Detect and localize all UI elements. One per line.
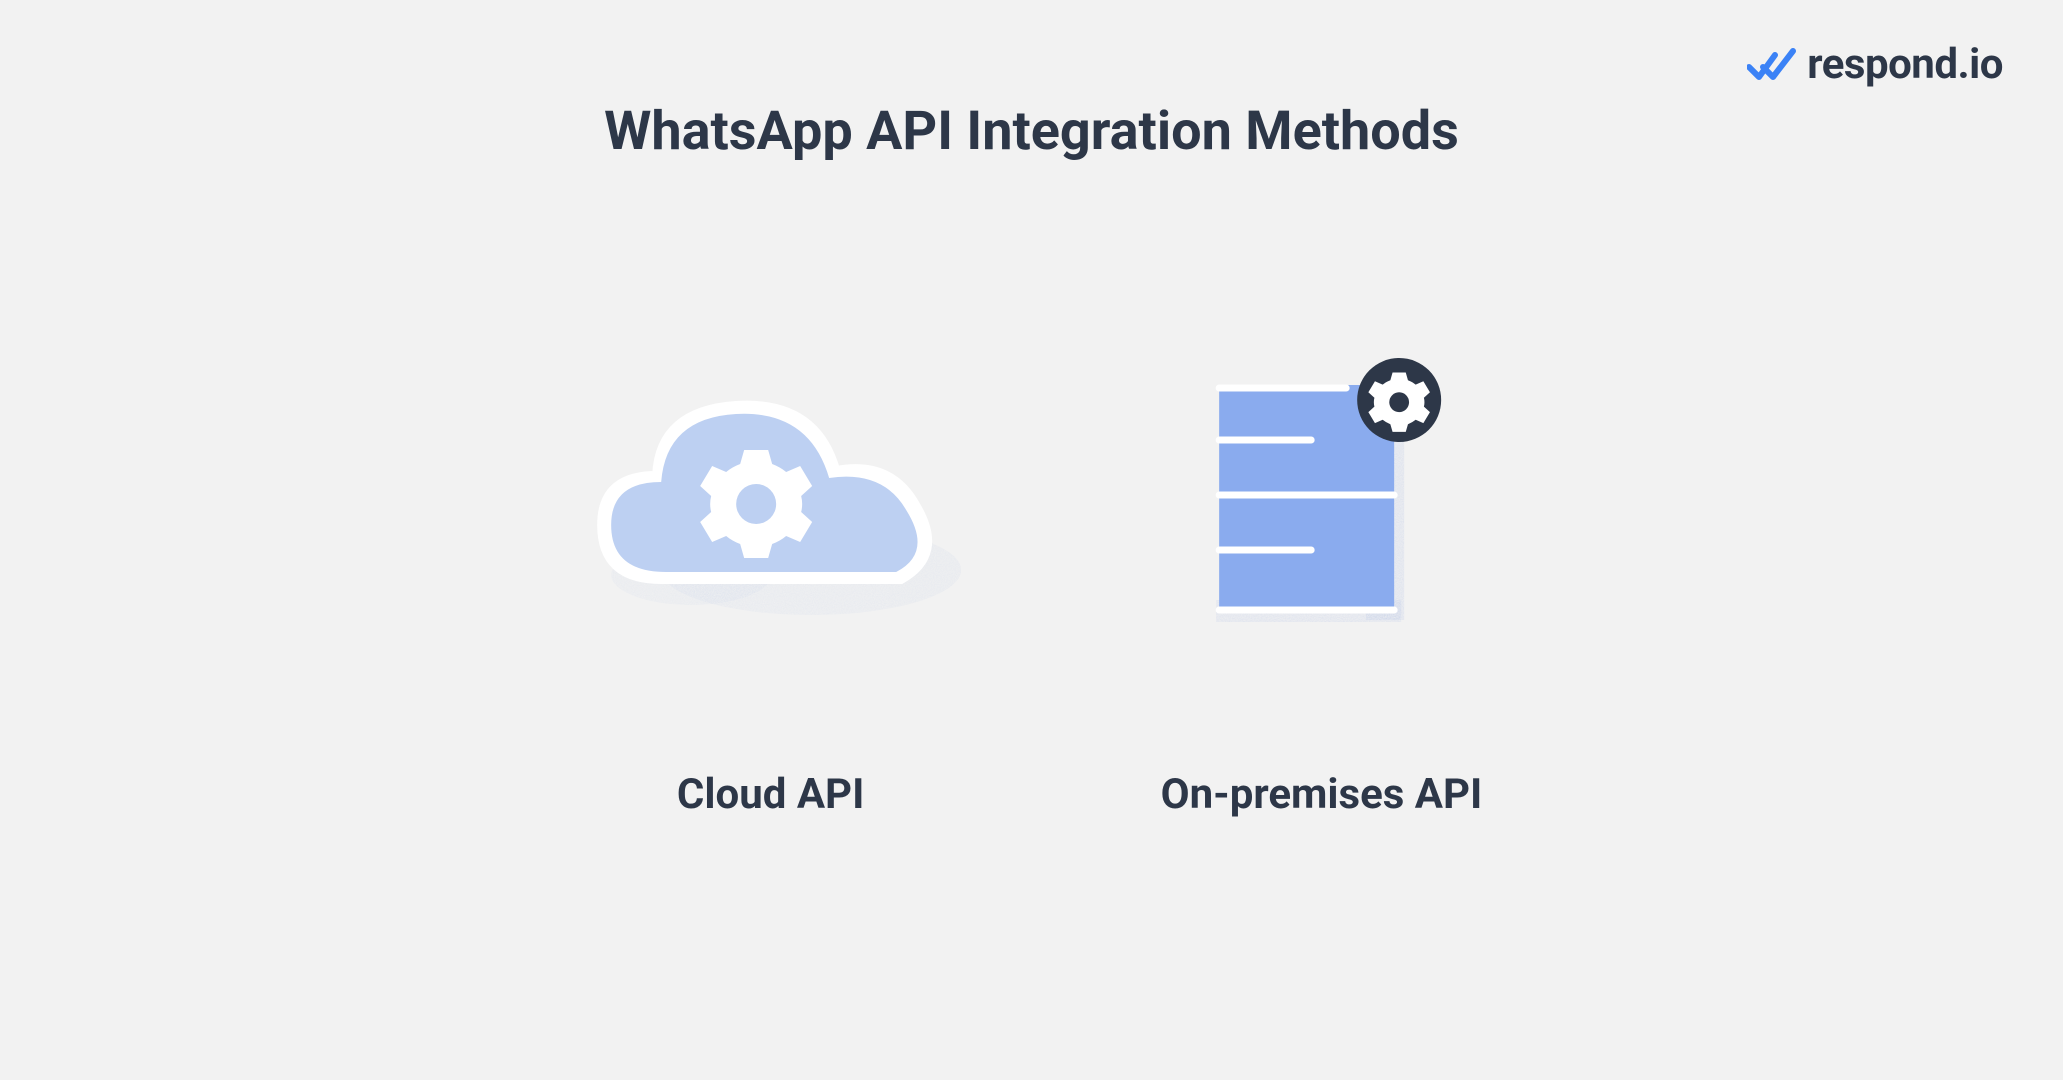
cloud-api-icon <box>581 340 961 640</box>
page-title: WhatsApp API Integration Methods <box>604 100 1459 163</box>
brand-logo: respond.io <box>1747 40 2003 89</box>
card-cloud-api: Cloud API <box>581 340 961 819</box>
onprem-api-icon <box>1182 340 1462 640</box>
card-onprem-api: On-premises API <box>1161 340 1483 819</box>
cards-container: Cloud API <box>581 340 1483 819</box>
logo-text: respond.io <box>1807 40 2003 89</box>
card-label-cloud: Cloud API <box>677 770 864 819</box>
card-label-onprem: On-premises API <box>1161 770 1483 819</box>
logo-checkmark-icon <box>1747 45 1797 85</box>
